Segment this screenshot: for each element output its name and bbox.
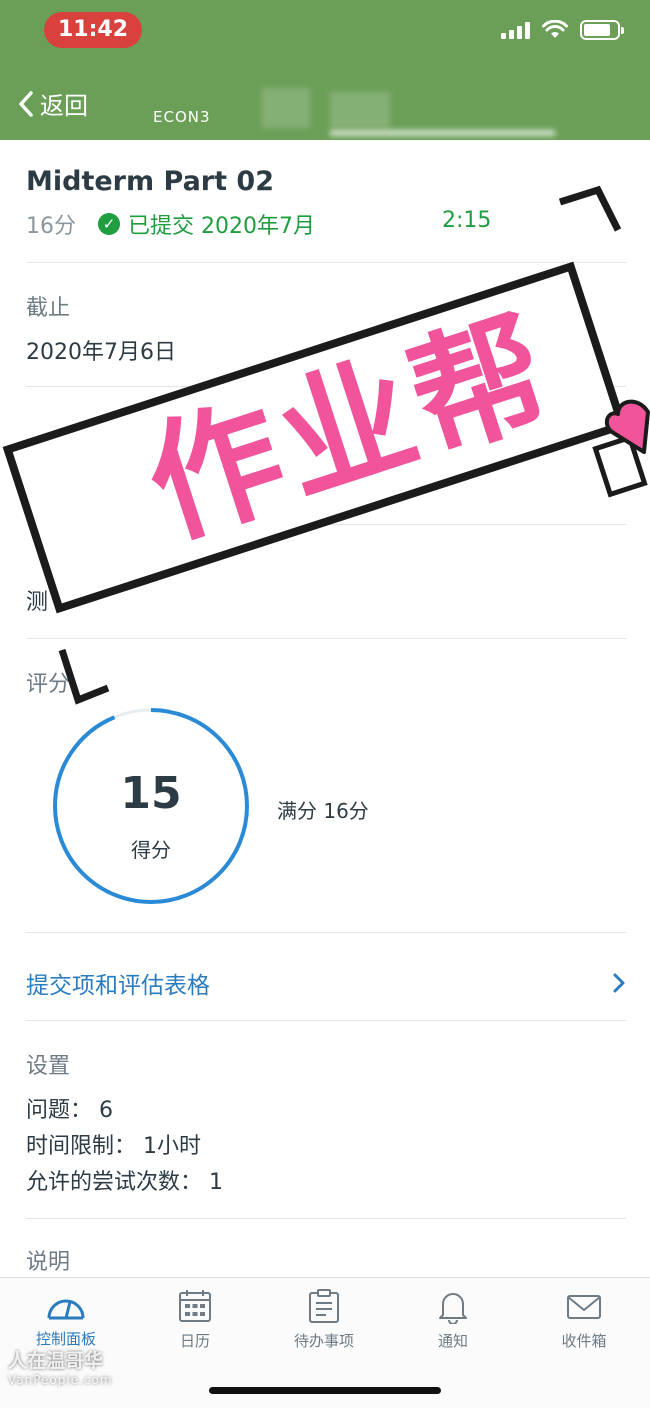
tab-label: 待办事项 <box>293 1332 354 1350</box>
divider <box>26 932 626 933</box>
signal-icon <box>501 21 530 39</box>
submission-rubric-link[interactable]: 提交项和评估表格 <box>26 966 626 1000</box>
course-code: ECON3 <box>153 108 211 126</box>
inbox-icon <box>567 1295 601 1319</box>
tab-dashboard[interactable]: 控制面板 <box>16 1288 116 1349</box>
submission-link-label: 提交项和评估表格 <box>26 973 210 999</box>
site-watermark: 人在温哥华 VanPeople.com <box>8 1346 113 1387</box>
calendar-icon <box>179 1290 211 1322</box>
description-label: 说明 <box>26 1250 71 1275</box>
score-value: 15 <box>120 768 182 819</box>
wifi-icon <box>542 20 568 38</box>
dashboard-icon <box>47 1299 85 1320</box>
heart-icon <box>604 399 650 454</box>
tab-notifications[interactable]: 通知 <box>403 1288 503 1351</box>
divider <box>26 1218 626 1219</box>
site-watermark-name: 人在温哥华 <box>8 1350 104 1372</box>
bell-icon <box>439 1293 467 1324</box>
status-time: 11:42 <box>44 12 142 48</box>
todo-icon <box>309 1289 339 1323</box>
tab-todo[interactable]: 待办事项 <box>274 1288 374 1351</box>
tab-label: 日历 <box>179 1332 210 1350</box>
back-label: 返回 <box>40 92 88 120</box>
tab-inbox[interactable]: 收件箱 <box>534 1288 634 1351</box>
tab-label: 通知 <box>437 1332 468 1350</box>
status-icons <box>501 20 624 40</box>
tab-label: 收件箱 <box>561 1332 607 1350</box>
score-label: 得分 <box>131 838 171 862</box>
settings-questions: 问题： 6 <box>26 1098 113 1123</box>
back-button[interactable]: 返回 <box>18 86 88 121</box>
settings-time-limit: 时间限制： 1小时 <box>26 1134 201 1159</box>
max-score: 满分 16分 <box>277 799 369 823</box>
nav-bar: 11:42 返回 ECON3 <box>0 0 650 140</box>
divider <box>26 1020 626 1021</box>
battery-icon <box>580 20 624 40</box>
settings-label: 设置 <box>26 1054 71 1079</box>
tab-calendar[interactable]: 日历 <box>145 1288 245 1351</box>
settings-attempts: 允许的尝试次数： 1 <box>26 1170 223 1195</box>
home-indicator[interactable] <box>209 1387 441 1394</box>
chevron-right-icon <box>613 973 625 993</box>
chevron-left-icon <box>19 90 33 117</box>
site-watermark-url: VanPeople.com <box>8 1373 113 1387</box>
